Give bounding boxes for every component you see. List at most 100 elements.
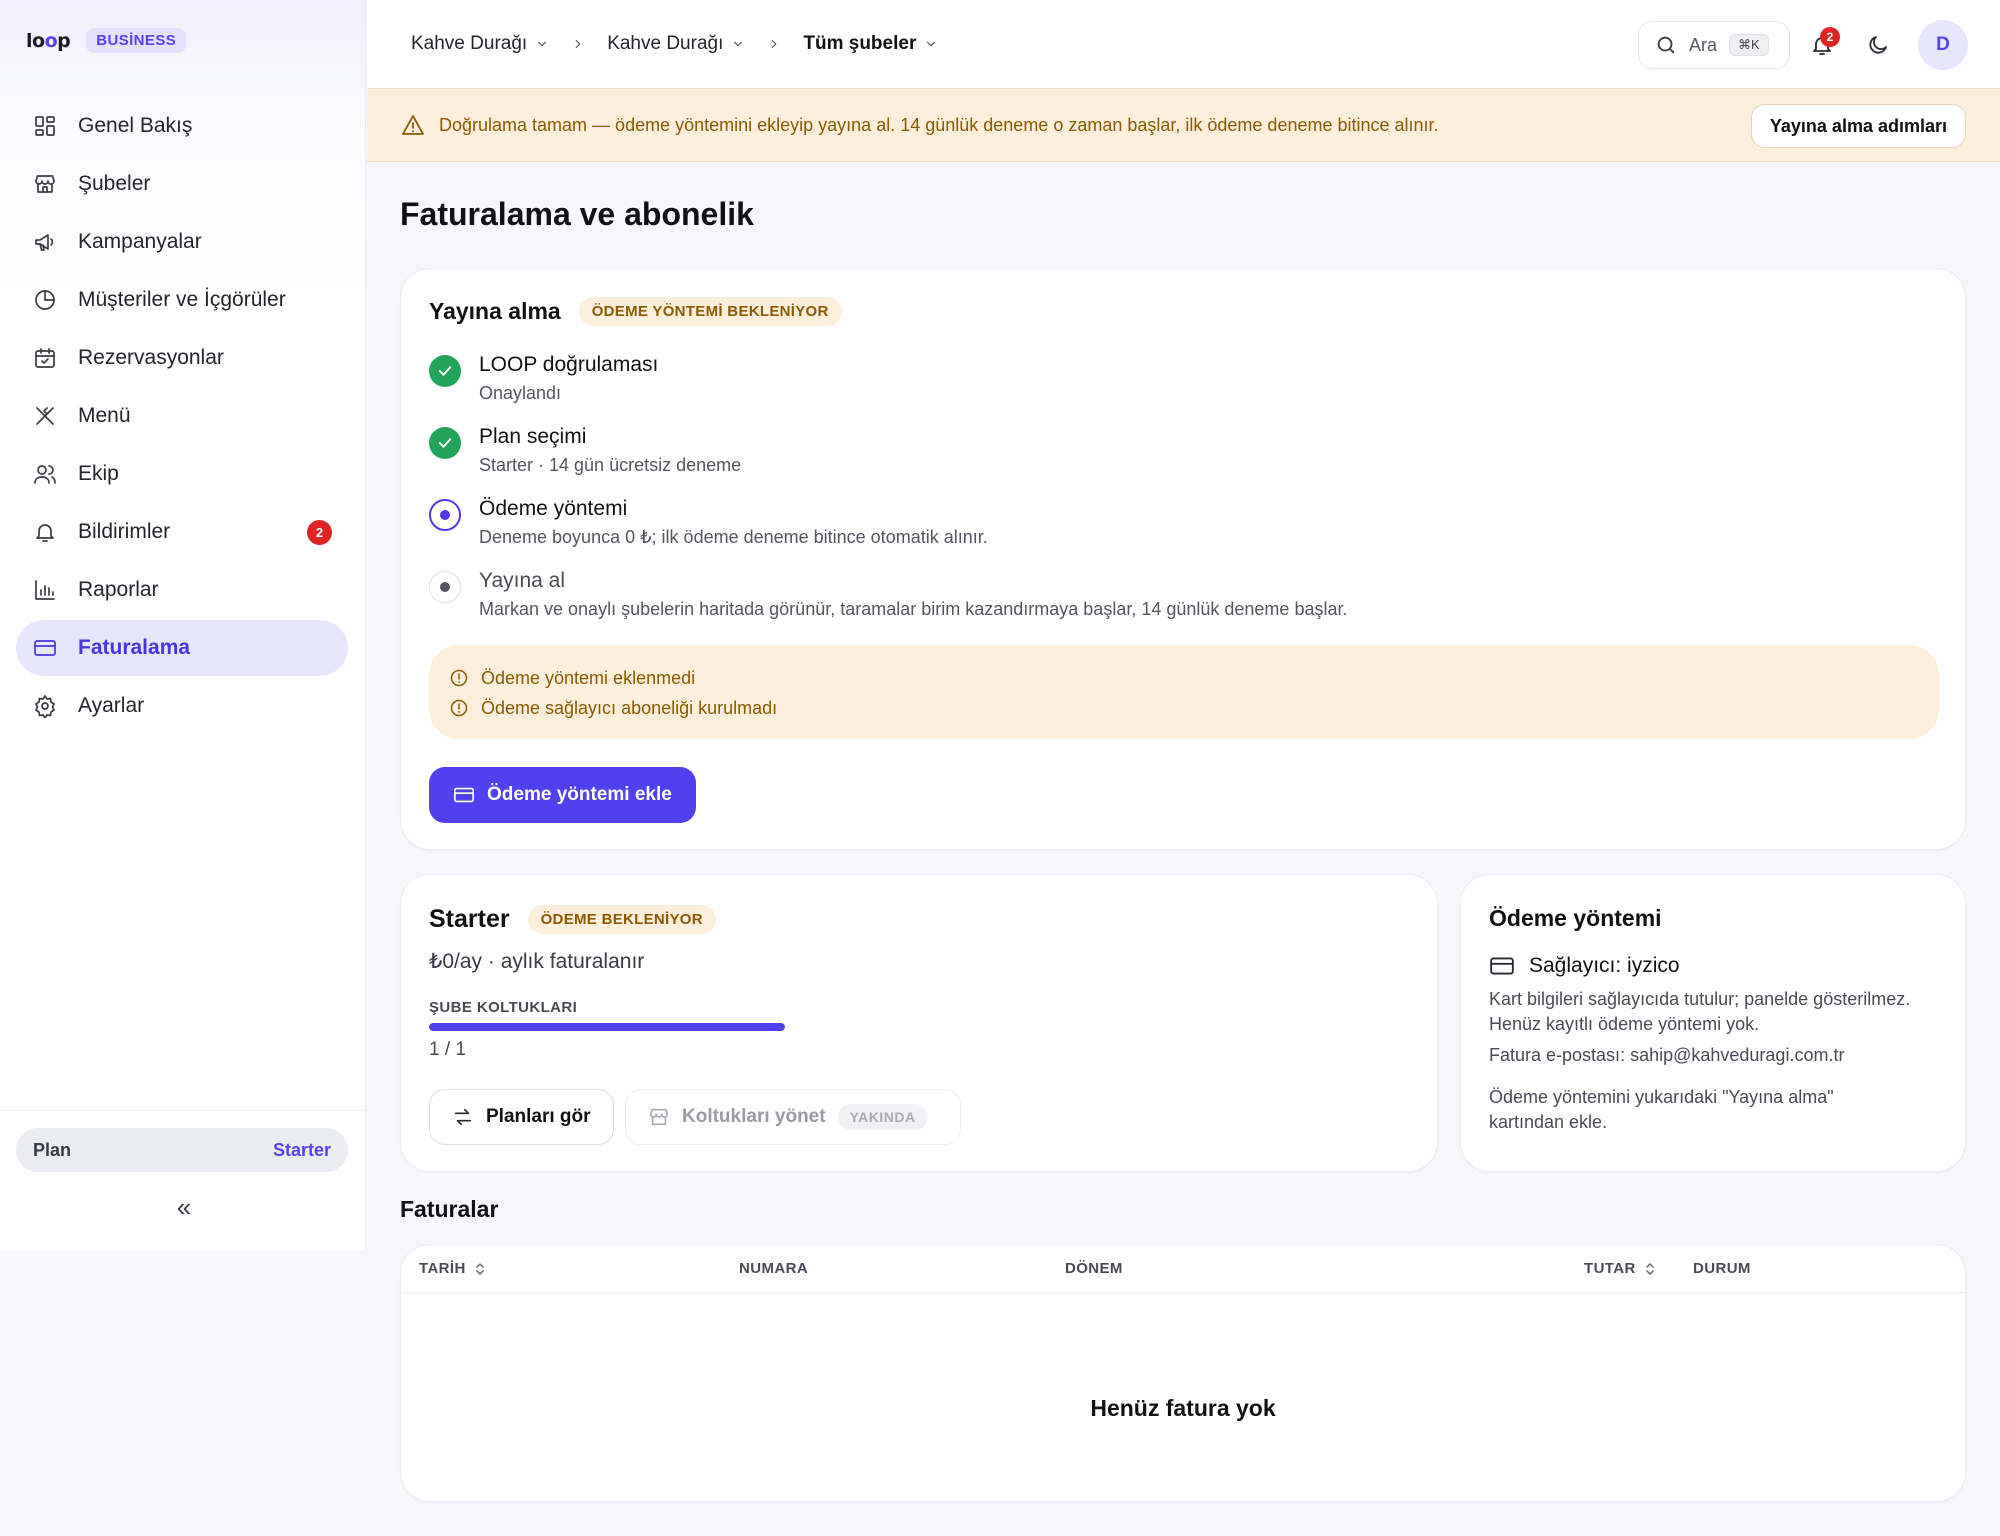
invoices-title: Faturalar [400,1196,499,1222]
table-header: TARİH NUMARA DÖNEM TUTAR DURUM [401,1245,1965,1293]
sidebar-item-label: Şubeler [78,172,151,195]
step-title: LOOP doğrulaması [479,353,659,376]
button-label: Ödeme yöntemi ekle [487,784,672,805]
credit-card-icon [32,635,58,661]
notifications-button[interactable]: 2 [1798,21,1846,69]
step-desc: Markan ve onaylı şubelerin haritada görü… [479,599,1348,619]
calendar-check-icon [32,345,58,371]
alert-circle-icon [450,669,468,687]
status-badge: ÖDEME BEKLENİYOR [527,905,716,934]
sidebar-item-menu[interactable]: Menü [16,388,348,444]
plan-price: ₺0/ay · aylık faturalanır [429,950,645,973]
breadcrumb-branch-select[interactable]: Tüm şubeler [803,33,938,55]
plan-indicator[interactable]: Plan Starter [16,1128,348,1172]
payment-title: Ödeme yöntemi [1489,905,1662,931]
warning-icon [401,113,425,137]
missing-requirements: Ödeme yöntemi eklenmedi Ödeme sağlayıcı … [429,645,1939,739]
manage-seats-button[interactable]: Koltukları yönet YAKINDA [625,1089,961,1145]
sidebar-item-label: Raporlar [78,578,159,601]
billing-email: Fatura e-postası: sahip@kahveduragi.com.… [1489,1045,1845,1065]
breadcrumb-label: Tüm şubeler [803,33,917,54]
store-icon [32,171,58,197]
brand[interactable]: loop BUSİNESS [26,28,187,53]
launch-steps-button[interactable]: Yayına alma adımları [1750,104,1966,148]
plan-card: Starter ÖDEME BEKLENİYOR ₺0/ay · aylık f… [400,874,1438,1172]
loop-logo: loop [26,29,71,52]
issue-item: Ödeme sağlayıcı aboneliği kurulmadı [449,693,1919,723]
sidebar-item-label: Menü [78,404,131,427]
sidebar-item-label: Faturalama [78,636,191,659]
issue-item: Ödeme yöntemi eklenmedi [449,663,1919,693]
breadcrumb-business-select[interactable]: Kahve Durağı [607,33,745,55]
button-label: Planları gör [486,1106,591,1127]
launch-card: Yayına alma ÖDEME YÖNTEMİ BEKLENİYOR LOO… [400,268,1966,850]
topbar: Kahve Durağı Kahve Durağı Tüm şubeler Ar… [367,0,2000,88]
sidebar-item-rezervasyonlar[interactable]: Rezervasyonlar [16,330,348,386]
seat-count: 1 / 1 [429,1039,466,1060]
column-amount[interactable]: TUTAR [1584,1260,1656,1277]
sidebar-item-raporlar[interactable]: Raporlar [16,562,348,618]
plan-value: Starter [272,1139,331,1160]
sidebar-item-musteriler[interactable]: Müşteriler ve İçgörüler [16,272,348,328]
column-label: TARİH [419,1260,466,1277]
button-label: Koltukları yönet [682,1106,826,1127]
business-badge: BUSİNESS [86,28,187,53]
plan-label: Plan [33,1139,72,1160]
sidebar-item-label: Kampanyalar [78,230,202,253]
store-icon [649,1108,669,1126]
payment-method-card: Ödeme yöntemi Sağlayıcı: iyzico Kart bil… [1460,874,1966,1172]
column-label: NUMARA [739,1260,809,1277]
page-title: Faturalama ve abonelik [400,196,754,232]
search-button[interactable]: Ara ⌘K [1638,21,1790,69]
sidebar-item-ekip[interactable]: Ekip [16,446,348,502]
column-number: NUMARA [739,1260,808,1277]
collapse-sidebar-button[interactable]: « [160,1192,208,1224]
dashboard-icon [32,113,58,139]
sidebar-item-ayarlar[interactable]: Ayarlar [16,678,348,734]
step-title: Ödeme yöntemi [479,497,628,520]
swap-icon [454,1108,472,1126]
credit-card-icon [1490,957,1514,975]
breadcrumb-label: Kahve Durağı [607,33,724,54]
chevron-down-icon [734,41,743,47]
sort-icon [1645,1262,1654,1275]
launch-title: Yayına alma [429,298,561,324]
column-period: DÖNEM [1065,1260,1123,1277]
status-badge: ÖDEME YÖNTEMİ BEKLENİYOR [578,297,842,326]
issue-text: Ödeme yöntemi eklenmedi [481,667,696,688]
breadcrumb-brand-select[interactable]: Kahve Durağı [411,33,549,55]
sidebar-item-kampanyalar[interactable]: Kampanyalar [16,214,348,270]
breadcrumb-label: Kahve Durağı [411,33,528,54]
sidebar-divider [0,1110,366,1111]
column-date[interactable]: TARİH [419,1260,486,1277]
payment-note: Kart bilgileri sağlayıcıda tutulur; pane… [1489,989,1911,1009]
chevron-right-icon [767,37,781,51]
invoices-table: TARİH NUMARA DÖNEM TUTAR DURUM Henüz fat… [400,1244,1966,1502]
topbar-actions: Ara ⌘K 2 D [1638,20,1968,70]
bell-icon [32,519,58,545]
plan-card-header: Starter ÖDEME BEKLENİYOR [429,905,716,934]
sidebar-item-label: Ayarlar [78,694,145,717]
seat-progress-bar [429,1023,785,1031]
sidebar-item-subeler[interactable]: Şubeler [16,156,348,212]
sidebar-nav: Genel Bakış Şubeler Kampanyalar Müşteril… [16,98,348,736]
sidebar-item-label: Bildirimler [78,520,171,543]
users-icon [32,461,58,487]
sidebar-item-label: Ekip [78,462,119,485]
sidebar-item-genel-bakis[interactable]: Genel Bakış [16,98,348,154]
bar-chart-icon [32,577,58,603]
sidebar-item-bildirimler[interactable]: Bildirimler 2 [16,504,348,560]
check-icon [429,427,461,459]
utensils-icon [32,403,58,429]
add-payment-method-button[interactable]: Ödeme yöntemi ekle [429,767,696,823]
pie-chart-icon [32,287,58,313]
pending-step-icon [429,571,461,603]
theme-toggle-button[interactable] [1854,21,1902,69]
step-title: Yayına al [479,569,565,592]
sidebar-item-faturalama[interactable]: Faturalama [16,620,348,676]
step-desc: Deneme boyunca 0 ₺; ilk ödeme deneme bit… [479,527,988,547]
view-plans-button[interactable]: Planları gör [429,1089,614,1145]
empty-state: Henüz fatura yok [1090,1395,1276,1421]
avatar[interactable]: D [1918,20,1968,70]
credit-card-icon [454,787,474,803]
